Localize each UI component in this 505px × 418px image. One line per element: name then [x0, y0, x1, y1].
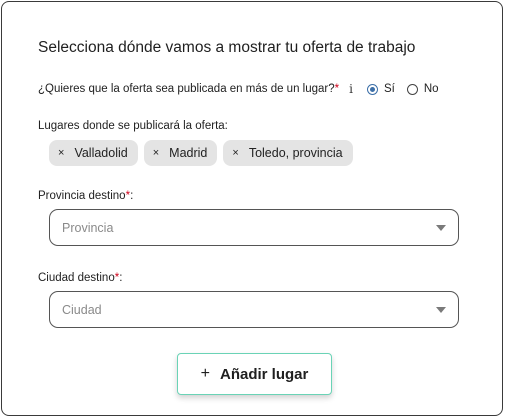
city-label-text: Ciudad destino [38, 272, 115, 284]
multi-location-question: ¿Quieres que la oferta sea publicada en … [38, 80, 478, 98]
radio-label-no: No [423, 83, 439, 95]
remove-icon[interactable]: × [58, 147, 64, 159]
city-label: Ciudad destino*: [38, 272, 122, 284]
radio-button-no[interactable] [406, 83, 418, 95]
caret-down-icon [436, 225, 446, 231]
places-label: Lugares donde se publicará la oferta: [38, 120, 228, 132]
chip-label: Madrid [169, 146, 208, 160]
add-place-button[interactable]: + Añadir lugar [177, 353, 332, 395]
place-chip: × Madrid [143, 140, 218, 166]
province-label: Provincia destino*: [38, 190, 133, 202]
question-text: ¿Quieres que la oferta sea publicada en … [38, 83, 335, 95]
card-title: Selecciona dónde vamos a mostrar tu ofer… [38, 39, 416, 56]
plus-icon: + [200, 365, 210, 382]
required-mark: * [334, 83, 340, 95]
remove-icon[interactable]: × [153, 147, 159, 159]
place-chip: × Toledo, provincia [223, 140, 353, 166]
radio-option-no[interactable]: No [406, 83, 439, 95]
info-icon[interactable]: i [349, 82, 353, 96]
radio-option-si[interactable]: Sí [366, 83, 395, 95]
province-placeholder: Provincia [62, 220, 114, 235]
city-placeholder: Ciudad [62, 302, 102, 317]
location-card: Selecciona dónde vamos a mostrar tu ofer… [1, 1, 503, 416]
chip-label: Valladolid [74, 146, 128, 160]
radio-label-si: Sí [383, 83, 395, 95]
province-label-text: Provincia destino [38, 190, 126, 202]
label-colon: : [119, 272, 123, 284]
label-colon: : [130, 190, 134, 202]
radio-button-si[interactable] [366, 83, 378, 95]
places-chip-list: × Valladolid × Madrid × Toledo, provinci… [49, 140, 353, 166]
caret-down-icon [436, 307, 446, 313]
city-select[interactable]: Ciudad [49, 291, 459, 328]
place-chip: × Valladolid [49, 140, 138, 166]
add-place-label: Añadir lugar [219, 365, 309, 383]
province-select[interactable]: Provincia [49, 209, 459, 246]
chip-label: Toledo, provincia [248, 146, 343, 160]
remove-icon[interactable]: × [232, 147, 238, 159]
